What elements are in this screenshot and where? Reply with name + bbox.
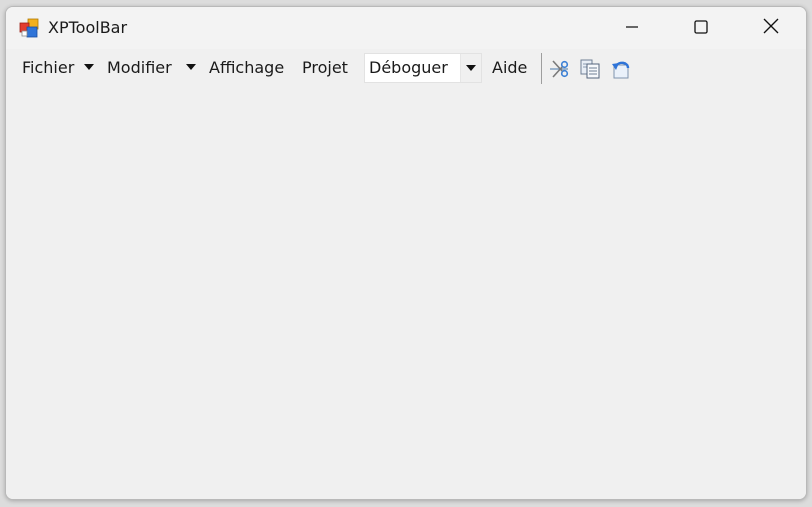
menu-aide[interactable]: Aide	[492, 57, 527, 79]
minimize-button[interactable]	[597, 7, 667, 49]
title-bar[interactable]: XPToolBar	[6, 7, 806, 49]
combo-dropdown-button[interactable]	[460, 54, 481, 82]
menu-modifier[interactable]: Modifier	[107, 57, 172, 79]
copy-icon[interactable]	[579, 58, 601, 80]
menu-affichage[interactable]: Affichage	[209, 57, 284, 79]
minimize-icon	[625, 19, 639, 38]
toolbar-separator	[541, 53, 542, 84]
undo-icon[interactable]	[610, 58, 632, 80]
close-icon	[763, 18, 779, 38]
maximize-icon	[694, 19, 708, 38]
app-icon	[19, 18, 39, 38]
window-title: XPToolBar	[48, 18, 128, 37]
close-button[interactable]	[736, 7, 806, 49]
cut-icon[interactable]	[548, 58, 570, 80]
toolbar: Fichier Modifier Affichage Projet Débogu…	[6, 49, 806, 87]
chevron-down-icon	[466, 65, 476, 71]
menu-fichier[interactable]: Fichier	[22, 57, 74, 79]
combo-value: Déboguer	[369, 58, 448, 77]
menu-projet[interactable]: Projet	[302, 57, 348, 79]
deboguer-combobox[interactable]: Déboguer	[364, 53, 482, 83]
main-window: XPToolBar Fichier Modifier Affichage Pro…	[5, 6, 807, 500]
modifier-dropdown-arrow-icon[interactable]	[186, 64, 196, 70]
client-area	[6, 87, 806, 499]
maximize-button[interactable]	[666, 7, 736, 49]
fichier-dropdown-arrow-icon[interactable]	[84, 64, 94, 70]
